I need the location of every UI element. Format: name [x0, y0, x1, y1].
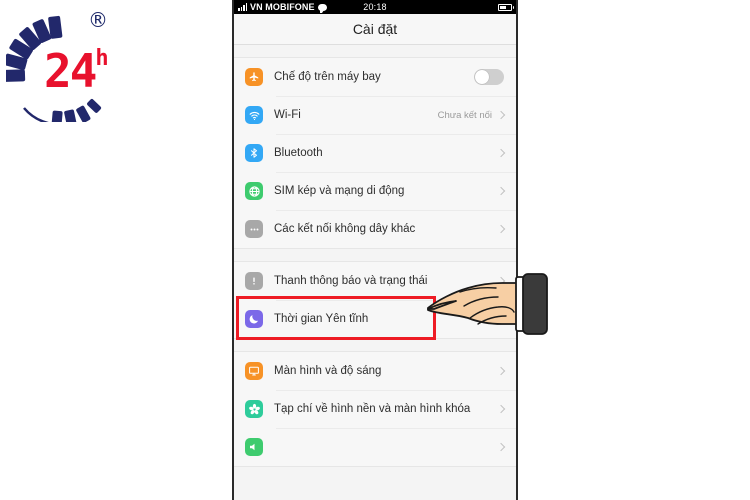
settings-row-airplane-mode[interactable]: Chế độ trên máy bay [234, 58, 516, 96]
chevron-right-icon [496, 148, 506, 158]
settings-row-label: Các kết nối không dây khác [274, 223, 416, 235]
settings-row-wifi[interactable]: Wi-Fi Chưa kết nối [234, 96, 516, 134]
row-control [496, 148, 506, 158]
battery-icon [498, 3, 514, 11]
row-control [496, 442, 506, 452]
settings-group-connectivity: Chế độ trên máy bay Wi-Fi Chưa kết nối B… [234, 57, 516, 249]
sound-icon [245, 438, 263, 456]
globe-icon [245, 182, 263, 200]
bluetooth-icon [245, 144, 263, 162]
chevron-right-icon [496, 404, 506, 414]
settings-group-display: Màn hình và độ sáng Tạp chí về hình nền … [234, 351, 516, 467]
settings-row-sim-mobile-network[interactable]: SIM kép và mạng di động [234, 172, 516, 210]
status-bar-right [498, 3, 514, 11]
moon-icon [245, 310, 263, 328]
phone-screen: VN MOBIFONE 20:18 Cài đặt Chế độ trên má… [232, 0, 518, 500]
settings-row-label: SIM kép và mạng di động [274, 185, 405, 197]
logo-digits: 24 [44, 44, 97, 98]
settings-row-label: Tạp chí về hình nền và màn hình khóa [274, 403, 471, 415]
row-control [496, 404, 506, 414]
row-control [474, 69, 504, 85]
settings-row-display-brightness[interactable]: Màn hình và độ sáng [234, 352, 516, 390]
chevron-right-icon [496, 442, 506, 452]
settings-row-sound-cutoff[interactable] [234, 428, 516, 466]
monitor-icon [245, 362, 263, 380]
toggle-knob [475, 70, 489, 84]
row-control [496, 186, 506, 196]
flower-icon [245, 400, 263, 418]
row-control [496, 224, 506, 234]
logo-wordmark: 24h [44, 44, 109, 98]
nav-header: Cài đặt [234, 14, 516, 45]
settings-row-other-wireless[interactable]: Các kết nối không dây khác [234, 210, 516, 248]
settings-row-label: Thời gian Yên tĩnh [274, 313, 369, 325]
exclamation-icon [245, 272, 263, 290]
more-dots-icon [245, 220, 263, 238]
status-bar: VN MOBIFONE 20:18 [234, 0, 516, 14]
status-bar-clock: 20:18 [363, 2, 387, 12]
chevron-right-icon [496, 110, 506, 120]
pointing-hand-cursor [427, 273, 548, 335]
chevron-right-icon [496, 224, 506, 234]
settings-row-wallpaper-magazine[interactable]: Tạp chí về hình nền và màn hình khóa [234, 390, 516, 428]
settings-row-label: Màn hình và độ sáng [274, 365, 382, 377]
row-control [496, 366, 506, 376]
chevron-right-icon [496, 186, 506, 196]
group-spacer-1 [234, 249, 516, 261]
settings-row-label: Bluetooth [274, 147, 323, 159]
settings-row-label: Chế độ trên máy bay [274, 71, 381, 83]
logo-superscript-h: h [95, 46, 109, 71]
registered-trademark-icon: ® [88, 8, 108, 32]
settings-row-label: Thanh thông báo và trạng thái [274, 275, 428, 287]
brand-logo: 24h ® [0, 0, 150, 140]
row-control: Chưa kết nối [437, 109, 506, 121]
page-title: Cài đặt [352, 21, 398, 37]
top-spacer [234, 45, 516, 57]
settings-row-label: Wi-Fi [274, 109, 301, 121]
wifi-icon [245, 106, 263, 124]
wifi-status-value: Chưa kết nối [437, 109, 492, 121]
settings-row-bluetooth[interactable]: Bluetooth [234, 134, 516, 172]
airplane-mode-toggle[interactable] [474, 69, 504, 85]
chevron-right-icon [496, 366, 506, 376]
airplane-icon [245, 68, 263, 86]
